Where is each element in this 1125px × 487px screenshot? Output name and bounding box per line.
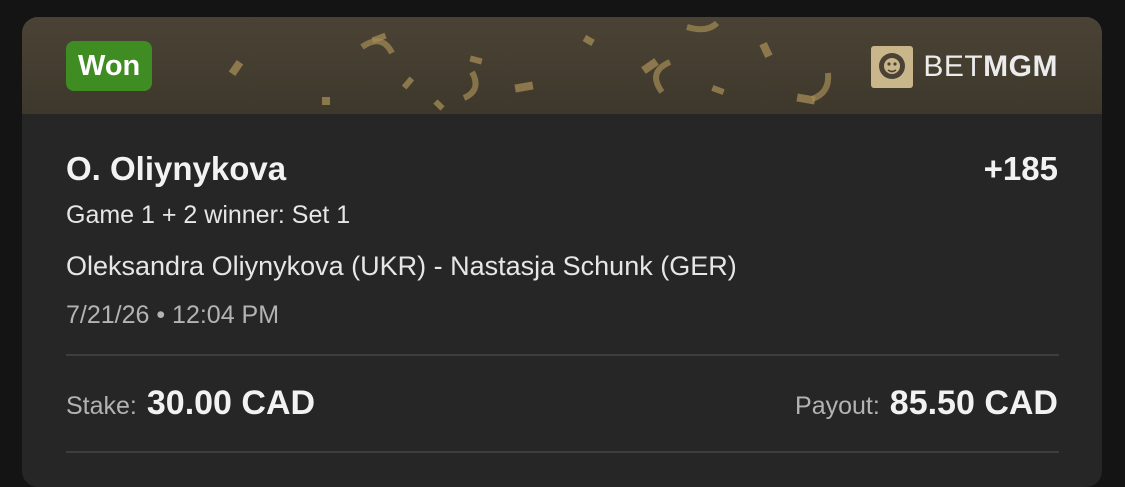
bet-banner: Won BETMGM (22, 17, 1102, 114)
status-badge: Won (66, 41, 153, 91)
divider (66, 354, 1059, 356)
bet-event: Oleksandra Oliynykova (UKR) - Nastasja S… (66, 251, 737, 281)
bet-card[interactable]: Won BETMGM O. Oliynykova +185 Game 1 + 2… (22, 17, 1102, 487)
stake-label: Stake: (66, 392, 137, 420)
divider (66, 451, 1059, 453)
brand-name: BETMGM (923, 50, 1058, 84)
stake-row: Stake: 30.00 CAD (66, 384, 315, 423)
brand-mgm: MGM (983, 50, 1058, 83)
brand-bet: BET (923, 50, 984, 83)
bet-selection: O. Oliynykova (66, 150, 287, 187)
payout-value: 85.50 CAD (889, 384, 1058, 422)
bet-datetime: 7/21/26 • 12:04 PM (66, 301, 280, 329)
payout-label: Payout: (795, 392, 880, 420)
brand-logo: BETMGM (871, 45, 1058, 89)
bet-market: Game 1 + 2 winner: Set 1 (66, 201, 351, 229)
bet-odds: +185 (983, 150, 1058, 187)
payout-row: Payout: 85.50 CAD (795, 384, 1058, 423)
stake-value: 30.00 CAD (146, 384, 316, 422)
lion-head-icon (871, 46, 914, 88)
